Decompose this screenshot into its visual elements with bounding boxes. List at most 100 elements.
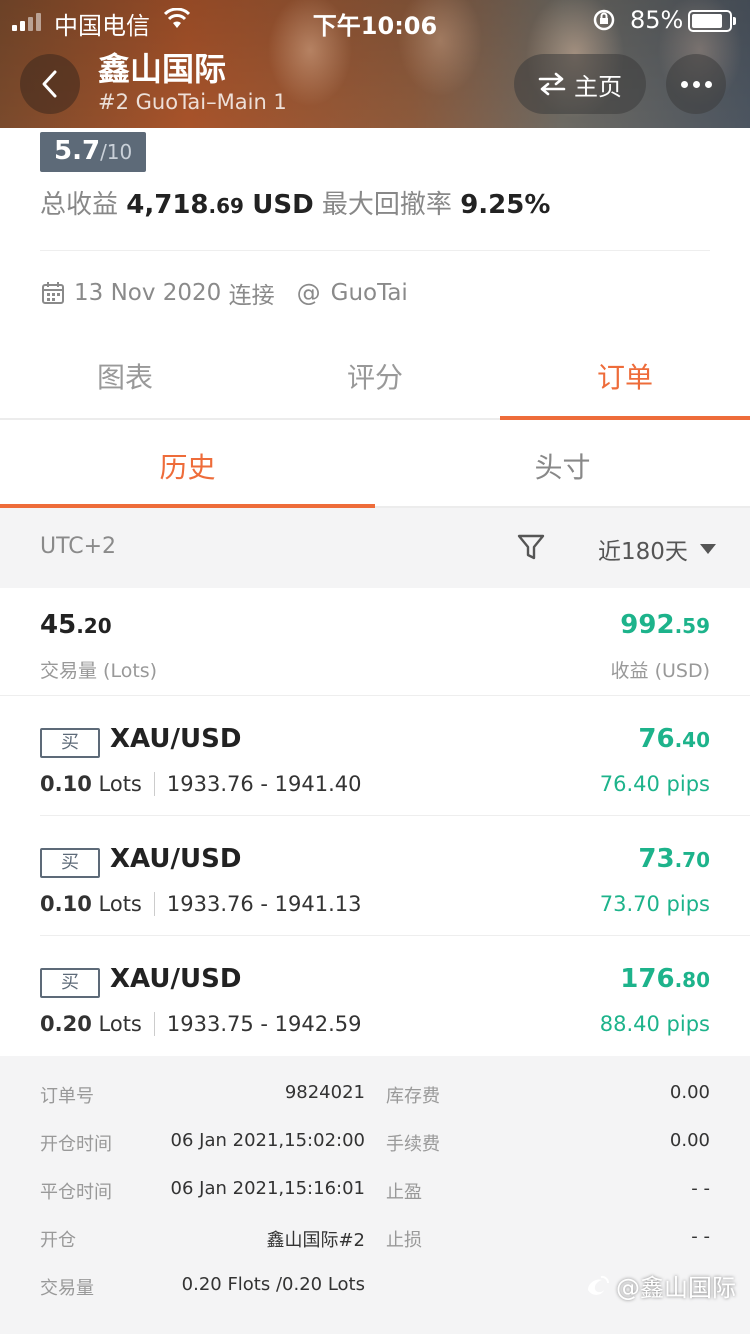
home-button-label: 主页 bbox=[574, 72, 622, 101]
detail-row: 平仓时间 06 Jan 2021,15:16:01 止盈 - - bbox=[0, 1178, 750, 1226]
at-icon: @ bbox=[296, 279, 321, 307]
order-profit: 73.70 bbox=[638, 844, 710, 874]
drawdown-label: 最大回撤率 bbox=[321, 190, 452, 220]
total-lots-dec: .20 bbox=[76, 614, 112, 638]
detail-key: 开仓 bbox=[40, 1230, 76, 1251]
app-header: 中国电信 下午10:06 85% 鑫山国际 #2 GuoTai–Main 1 主… bbox=[0, 0, 750, 128]
separator bbox=[153, 772, 155, 796]
order-profit-dec: .80 bbox=[674, 968, 710, 992]
connected-date: 13 Nov 2020 bbox=[74, 280, 222, 306]
order-prices: 1933.76 - 1941.40 bbox=[166, 772, 362, 796]
total-profit-label: 总收益 bbox=[40, 190, 119, 220]
drawdown-value: 9.25% bbox=[460, 190, 551, 220]
order-lot-line: 0.10 Lots 1933.76 - 1941.13 bbox=[40, 892, 361, 916]
order-lots: 0.10 bbox=[40, 772, 92, 796]
divider bbox=[40, 250, 710, 251]
total-lots-int: 45 bbox=[40, 610, 77, 640]
order-symbol: XAU/USD bbox=[110, 964, 242, 994]
detail-key: 平仓时间 bbox=[40, 1182, 112, 1203]
subtab-history[interactable]: 历史 bbox=[0, 420, 375, 508]
order-symbol: XAU/USD bbox=[110, 724, 242, 754]
order-lot-line: 0.20 Lots 1933.75 - 1942.59 bbox=[40, 1012, 361, 1036]
order-profit: 76.40 bbox=[638, 724, 710, 754]
order-lots: 0.10 bbox=[40, 892, 92, 916]
order-pips: 73.70 pips bbox=[599, 892, 710, 916]
order-profit-dec: .70 bbox=[674, 848, 710, 872]
summary-stats: 总收益 4,718.69 USD 最大回撤率 9.25% bbox=[40, 184, 550, 221]
history-totals: 45.20 992.59 交易量 (Lots) 收益 (USD) bbox=[0, 588, 750, 696]
detail-key: 开仓时间 bbox=[40, 1134, 112, 1155]
order-symbol: XAU/USD bbox=[110, 844, 242, 874]
more-dot-icon bbox=[692, 80, 700, 88]
period-dropdown[interactable]: 近180天 bbox=[598, 532, 716, 566]
weibo-logo-icon bbox=[588, 1275, 610, 1295]
total-profit-value-dec: .59 bbox=[674, 614, 710, 638]
detail-key: 止损 bbox=[386, 1230, 422, 1251]
rotation-lock-icon bbox=[592, 8, 616, 38]
detail-key: 止盈 bbox=[386, 1182, 422, 1203]
order-side-badge: 买 bbox=[40, 968, 100, 998]
page-title: 鑫山国际 bbox=[98, 50, 227, 88]
detail-key: 订单号 bbox=[40, 1086, 94, 1107]
total-lots: 45.20 bbox=[40, 610, 112, 640]
period-label: 近180天 bbox=[598, 539, 688, 565]
order-lots-unit: Lots bbox=[98, 1012, 142, 1036]
tab-chart[interactable]: 图表 bbox=[0, 336, 250, 418]
detail-key: 手续费 bbox=[386, 1134, 440, 1155]
detail-value: - - bbox=[691, 1178, 710, 1199]
order-pips: 76.40 pips bbox=[599, 772, 710, 796]
detail-value: - - bbox=[691, 1226, 710, 1247]
timezone-label: UTC+2 bbox=[40, 534, 117, 559]
total-profit-dec: .69 bbox=[208, 194, 244, 218]
profit-label: 收益 (USD) bbox=[610, 660, 710, 682]
order-profit-int: 76 bbox=[638, 724, 675, 754]
order-row[interactable]: 买 XAU/USD 0.10 Lots 1933.76 - 1941.40 76… bbox=[0, 696, 750, 816]
caret-down-icon bbox=[699, 544, 716, 554]
swap-icon bbox=[538, 72, 566, 96]
order-profit-int: 73 bbox=[638, 844, 675, 874]
watermark-text: @鑫山国际 bbox=[616, 1274, 736, 1302]
lots-label: 交易量 (Lots) bbox=[40, 660, 158, 682]
order-prices: 1933.76 - 1941.13 bbox=[166, 892, 362, 916]
more-dot-icon bbox=[680, 80, 688, 88]
main-tabs: 图表 评分 订单 bbox=[0, 336, 750, 420]
order-profit-int: 176 bbox=[620, 964, 675, 994]
page-subtitle: #2 GuoTai–Main 1 bbox=[98, 90, 287, 114]
subtab-positions[interactable]: 头寸 bbox=[375, 420, 750, 506]
rating-out-of: /10 bbox=[100, 140, 133, 164]
order-lots-unit: Lots bbox=[98, 892, 142, 916]
order-row-expanded[interactable]: 买 XAU/USD 0.20 Lots 1933.75 - 1942.59 17… bbox=[0, 936, 750, 1056]
back-button[interactable] bbox=[20, 54, 80, 114]
tab-rating[interactable]: 评分 bbox=[250, 336, 500, 418]
detail-value: 鑫山国际#2 bbox=[266, 1230, 365, 1251]
total-profit-int: 4,718 bbox=[126, 190, 209, 220]
watermark: @鑫山国际 bbox=[584, 1268, 736, 1303]
rating-badge: 5.7 /10 bbox=[40, 132, 147, 172]
connected-label: 连接 bbox=[228, 283, 275, 309]
rating-score: 5.7 bbox=[54, 136, 101, 166]
calendar-icon bbox=[42, 282, 64, 304]
detail-value: 9824021 bbox=[284, 1082, 365, 1103]
more-options-button[interactable] bbox=[666, 54, 726, 114]
filter-icon[interactable] bbox=[516, 532, 546, 566]
chevron-left-icon bbox=[42, 70, 57, 98]
home-button[interactable]: 主页 bbox=[514, 54, 646, 114]
tab-orders[interactable]: 订单 bbox=[500, 336, 750, 420]
order-lot-line: 0.10 Lots 1933.76 - 1941.40 bbox=[40, 772, 361, 796]
account-meta: 13 Nov 2020 连接 @ GuoTai bbox=[40, 276, 408, 310]
separator bbox=[153, 892, 155, 916]
order-profit: 176.80 bbox=[620, 964, 710, 994]
order-lots: 0.20 bbox=[40, 1012, 92, 1036]
total-profit: 992.59 bbox=[620, 610, 710, 640]
order-side-badge: 买 bbox=[40, 848, 100, 878]
detail-row: 订单号 9824021 库存费 0.00 bbox=[0, 1082, 750, 1130]
detail-value: 0.00 bbox=[669, 1130, 710, 1151]
battery-icon bbox=[688, 10, 736, 32]
order-row[interactable]: 买 XAU/USD 0.10 Lots 1933.76 - 1941.13 73… bbox=[0, 816, 750, 936]
order-subtabs: 历史 头寸 bbox=[0, 420, 750, 508]
detail-key: 库存费 bbox=[386, 1086, 440, 1107]
detail-value: 0.00 bbox=[669, 1082, 710, 1103]
battery-percent: 85% bbox=[630, 6, 684, 34]
detail-value: 06 Jan 2021,15:16:01 bbox=[170, 1178, 365, 1199]
order-side-badge: 买 bbox=[40, 728, 100, 758]
